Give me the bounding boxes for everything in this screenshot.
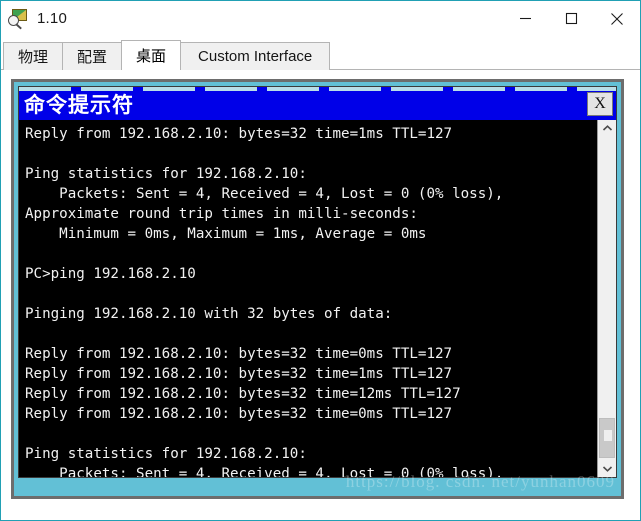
- minimize-button[interactable]: [502, 1, 548, 36]
- terminal-line: Pinging 192.168.2.10 with 32 bytes of da…: [25, 306, 393, 322]
- window-controls: [502, 1, 640, 36]
- tab-desktop[interactable]: 桌面: [121, 40, 182, 70]
- terminal-close-button[interactable]: X: [587, 92, 613, 116]
- terminal-line: Reply from 192.168.2.10: bytes=32 time=0…: [25, 406, 453, 422]
- titlebar-grip: [19, 87, 616, 91]
- terminal-line: Reply from 192.168.2.10: bytes=32 time=1…: [25, 126, 453, 142]
- command-prompt-inner: 命令提示符 X Reply from 192.168.2.10: bytes=3…: [18, 86, 617, 478]
- window-titlebar: 1.10: [1, 1, 640, 36]
- terminal-line: Minimum = 0ms, Maximum = 1ms, Average = …: [25, 226, 427, 242]
- command-prompt-body: Reply from 192.168.2.10: bytes=32 time=1…: [19, 120, 616, 477]
- terminal-scrollbar[interactable]: [597, 120, 616, 477]
- tab-physical[interactable]: 物理: [3, 42, 64, 70]
- terminal-line: Approximate round trip times in milli-se…: [25, 206, 418, 222]
- terminal-line: Ping statistics for 192.168.2.10:: [25, 446, 307, 462]
- terminal-line: Reply from 192.168.2.10: bytes=32 time=1…: [25, 366, 453, 382]
- command-prompt-window: 命令提示符 X Reply from 192.168.2.10: bytes=3…: [11, 79, 624, 499]
- desktop-panel: 命令提示符 X Reply from 192.168.2.10: bytes=3…: [1, 70, 640, 520]
- tab-bar: 物理 配置 桌面 Custom Interface: [1, 36, 640, 70]
- command-prompt-title: 命令提示符: [24, 92, 134, 117]
- chevron-up-icon[interactable]: [598, 120, 616, 137]
- terminal-line: Packets: Sent = 4, Received = 4, Lost = …: [25, 466, 504, 477]
- terminal-output[interactable]: Reply from 192.168.2.10: bytes=32 time=1…: [19, 120, 597, 477]
- terminal-line: Ping statistics for 192.168.2.10:: [25, 166, 307, 182]
- tab-config[interactable]: 配置: [62, 42, 123, 70]
- packet-tracer-envelope-magnifier-icon: [8, 8, 30, 30]
- terminal-line: Packets: Sent = 4, Received = 4, Lost = …: [25, 186, 504, 202]
- device-config-window: 1.10 物理 配置 桌面 Custom Interface 命令提示符 X R…: [0, 0, 641, 521]
- window-title: 1.10: [37, 10, 67, 27]
- tab-custom-interface[interactable]: Custom Interface: [180, 42, 331, 70]
- terminal-line: PC>ping 192.168.2.10: [25, 266, 196, 282]
- maximize-button[interactable]: [548, 1, 594, 36]
- command-prompt-titlebar[interactable]: 命令提示符 X: [19, 87, 616, 120]
- terminal-line: Reply from 192.168.2.10: bytes=32 time=0…: [25, 346, 453, 362]
- close-button[interactable]: [594, 1, 640, 36]
- scrollbar-thumb[interactable]: [599, 418, 615, 458]
- chevron-down-icon[interactable]: [598, 460, 616, 477]
- terminal-line: Reply from 192.168.2.10: bytes=32 time=1…: [25, 386, 461, 402]
- scrollbar-track[interactable]: [598, 137, 616, 460]
